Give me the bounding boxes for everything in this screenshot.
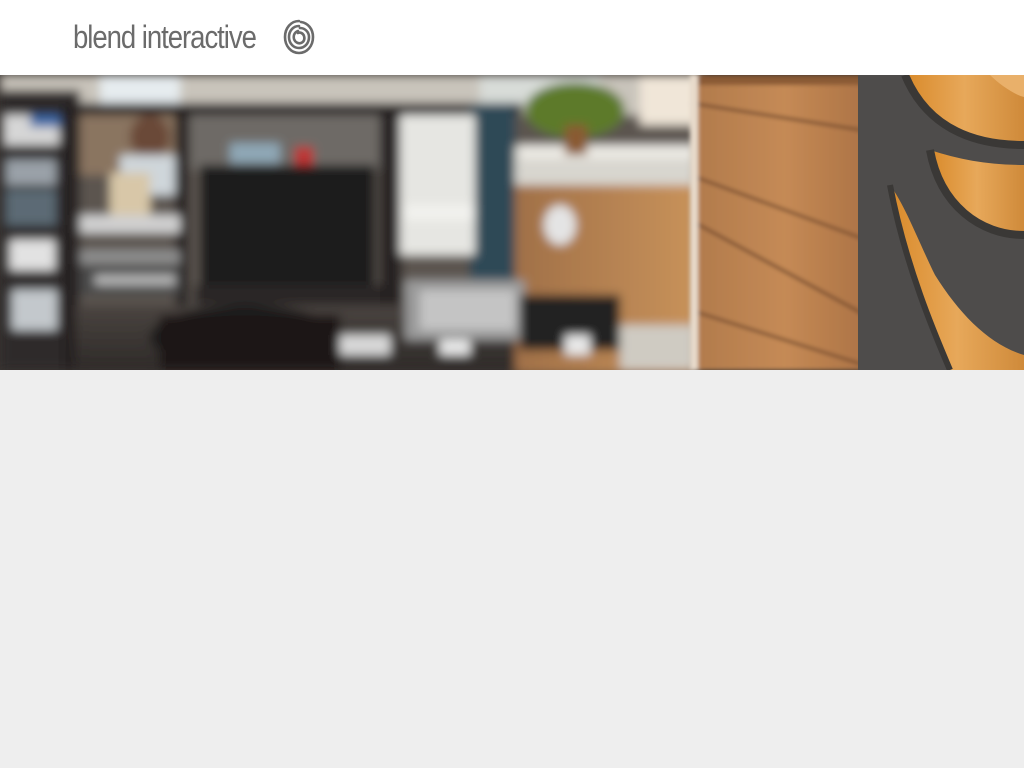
logo-wordmark: blend interactive <box>73 19 257 55</box>
site-header: blend interactive <box>0 0 1024 75</box>
main-content-area <box>0 370 1024 768</box>
swirl-icon <box>283 19 315 55</box>
hero-banner <box>0 75 1024 370</box>
office-photo <box>0 75 1024 370</box>
home-logo-link[interactable]: blend interactive <box>73 17 315 57</box>
